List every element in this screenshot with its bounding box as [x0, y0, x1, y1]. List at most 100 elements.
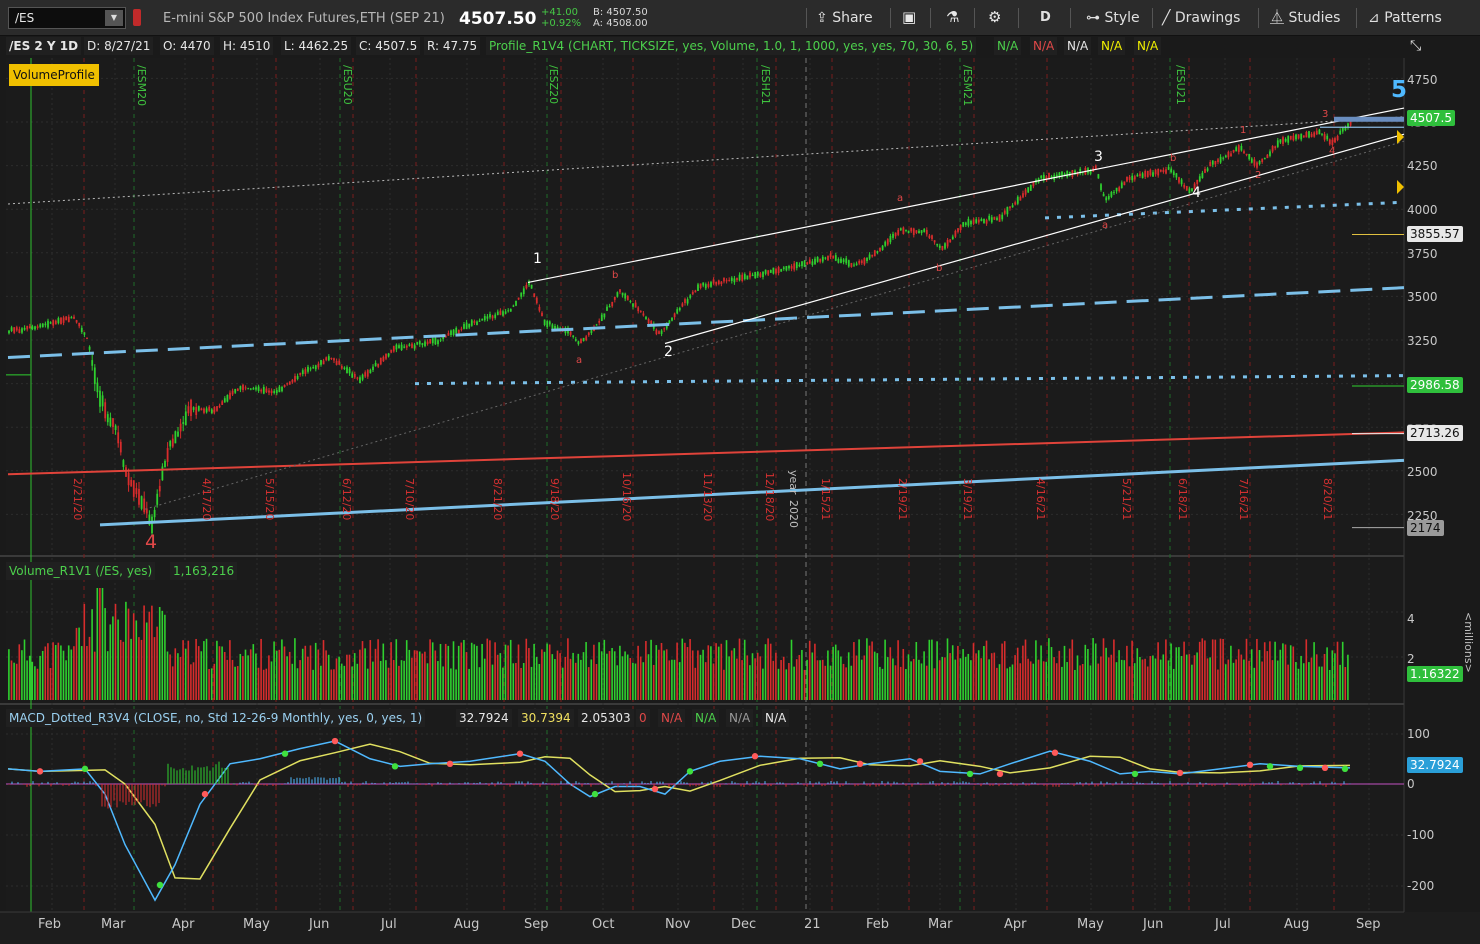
volume-bar — [632, 662, 634, 700]
volume-bar — [915, 641, 918, 700]
volume-bar — [1284, 644, 1287, 700]
candle-body — [431, 338, 434, 344]
volume-bar — [369, 640, 372, 700]
price-chart-canvas[interactable] — [0, 0, 1480, 944]
volume-bar — [824, 665, 827, 700]
volume-bar — [288, 651, 291, 700]
candle-body — [1016, 196, 1019, 204]
candle-body — [801, 261, 803, 267]
volume-bar — [684, 642, 686, 700]
month-label: May — [1077, 917, 1104, 932]
volume-bar — [585, 642, 587, 700]
volume-bar — [164, 614, 166, 700]
candle-body — [736, 277, 738, 281]
macd-diff: 2.05303 — [578, 709, 634, 727]
candle-body — [1113, 191, 1115, 193]
candle-body — [1313, 132, 1316, 137]
volume-bar — [1347, 654, 1349, 700]
volume-bar — [793, 666, 795, 700]
candle-body — [244, 387, 247, 389]
macd-dot — [1266, 763, 1274, 770]
volume-bar — [681, 638, 684, 700]
macd-dot — [81, 765, 89, 773]
volume-bar — [470, 642, 473, 700]
candle-body — [938, 245, 941, 248]
volume-bar — [803, 669, 806, 700]
volume-bar — [525, 638, 528, 700]
candle-body — [1188, 188, 1191, 194]
candle-body — [398, 345, 400, 349]
volume-bar — [257, 667, 260, 700]
volume-bar — [1146, 666, 1149, 700]
volume-bar — [715, 643, 717, 700]
volume-bar — [912, 658, 915, 700]
month-label: Aug — [454, 917, 480, 932]
candle-body — [218, 405, 221, 408]
candle-body — [1204, 169, 1206, 173]
volume-bar — [457, 645, 460, 700]
volume-bar — [970, 660, 972, 700]
volume-bar — [663, 650, 665, 700]
wave-label-2: 2 — [664, 344, 673, 360]
volume-bar — [361, 641, 364, 700]
volume-bar — [10, 660, 13, 700]
volume-bar — [673, 659, 676, 700]
candle-body — [424, 341, 426, 347]
volume-study-label[interactable]: Volume_R1V1 (/ES, yes) — [6, 562, 156, 580]
price-tick: 3500 — [1407, 290, 1438, 304]
candle-body — [629, 301, 632, 303]
candle-body — [278, 386, 281, 393]
macd-study-label[interactable]: MACD_Dotted_R3V4 (CLOSE, no, Std 12-26-9… — [6, 709, 426, 727]
volume-bar — [863, 655, 866, 700]
month-label: Mar — [101, 917, 126, 932]
candle-body — [985, 219, 988, 224]
candle-body — [135, 488, 138, 495]
volume-bar — [281, 639, 283, 700]
candle-body — [408, 344, 411, 346]
candle-body — [624, 293, 627, 299]
volume-bar — [1232, 662, 1235, 700]
volume-bar — [1243, 659, 1245, 700]
volume-bar — [1214, 639, 1217, 700]
subwave-label: b — [936, 263, 943, 274]
volume-bar — [223, 651, 226, 700]
candle-body — [756, 271, 759, 276]
volume-bar — [853, 642, 855, 700]
volume-bar — [70, 649, 73, 700]
volume-bar — [512, 663, 515, 700]
volume-profile-label[interactable]: VolumeProfile — [9, 64, 99, 86]
candle-body — [369, 369, 372, 374]
volume-bar — [351, 666, 353, 700]
volume-bar — [265, 668, 268, 700]
volume-bar — [811, 652, 814, 700]
candle-body — [502, 311, 504, 316]
candle-body — [699, 283, 702, 289]
candle-body — [200, 408, 203, 411]
candle-body — [483, 316, 486, 321]
candle-body — [392, 346, 395, 352]
volume-bar — [1297, 668, 1300, 700]
date-label: 4/17/20 — [200, 478, 213, 521]
candle-body — [439, 339, 442, 341]
candle-body — [684, 299, 686, 304]
volume-bar — [1136, 648, 1139, 700]
candle-body — [551, 324, 554, 329]
candle-body — [31, 326, 34, 330]
candle-body — [418, 341, 421, 345]
candle-body — [281, 386, 283, 392]
volume-bar — [1029, 661, 1032, 700]
candle-body — [1276, 140, 1279, 147]
volume-bar — [509, 639, 512, 700]
macd-dot — [916, 758, 924, 765]
volume-bar — [543, 651, 546, 700]
volume-bar — [385, 660, 387, 700]
level-tag-3855: 3855.57 — [1407, 226, 1463, 242]
volume-bar — [1305, 639, 1308, 700]
volume-bar — [499, 653, 502, 700]
volume-bar — [782, 656, 785, 700]
candle-body — [949, 239, 952, 243]
volume-bar — [1022, 645, 1024, 700]
month-label: Oct — [592, 917, 615, 932]
candle-body — [190, 399, 192, 416]
volume-bar — [502, 667, 504, 700]
